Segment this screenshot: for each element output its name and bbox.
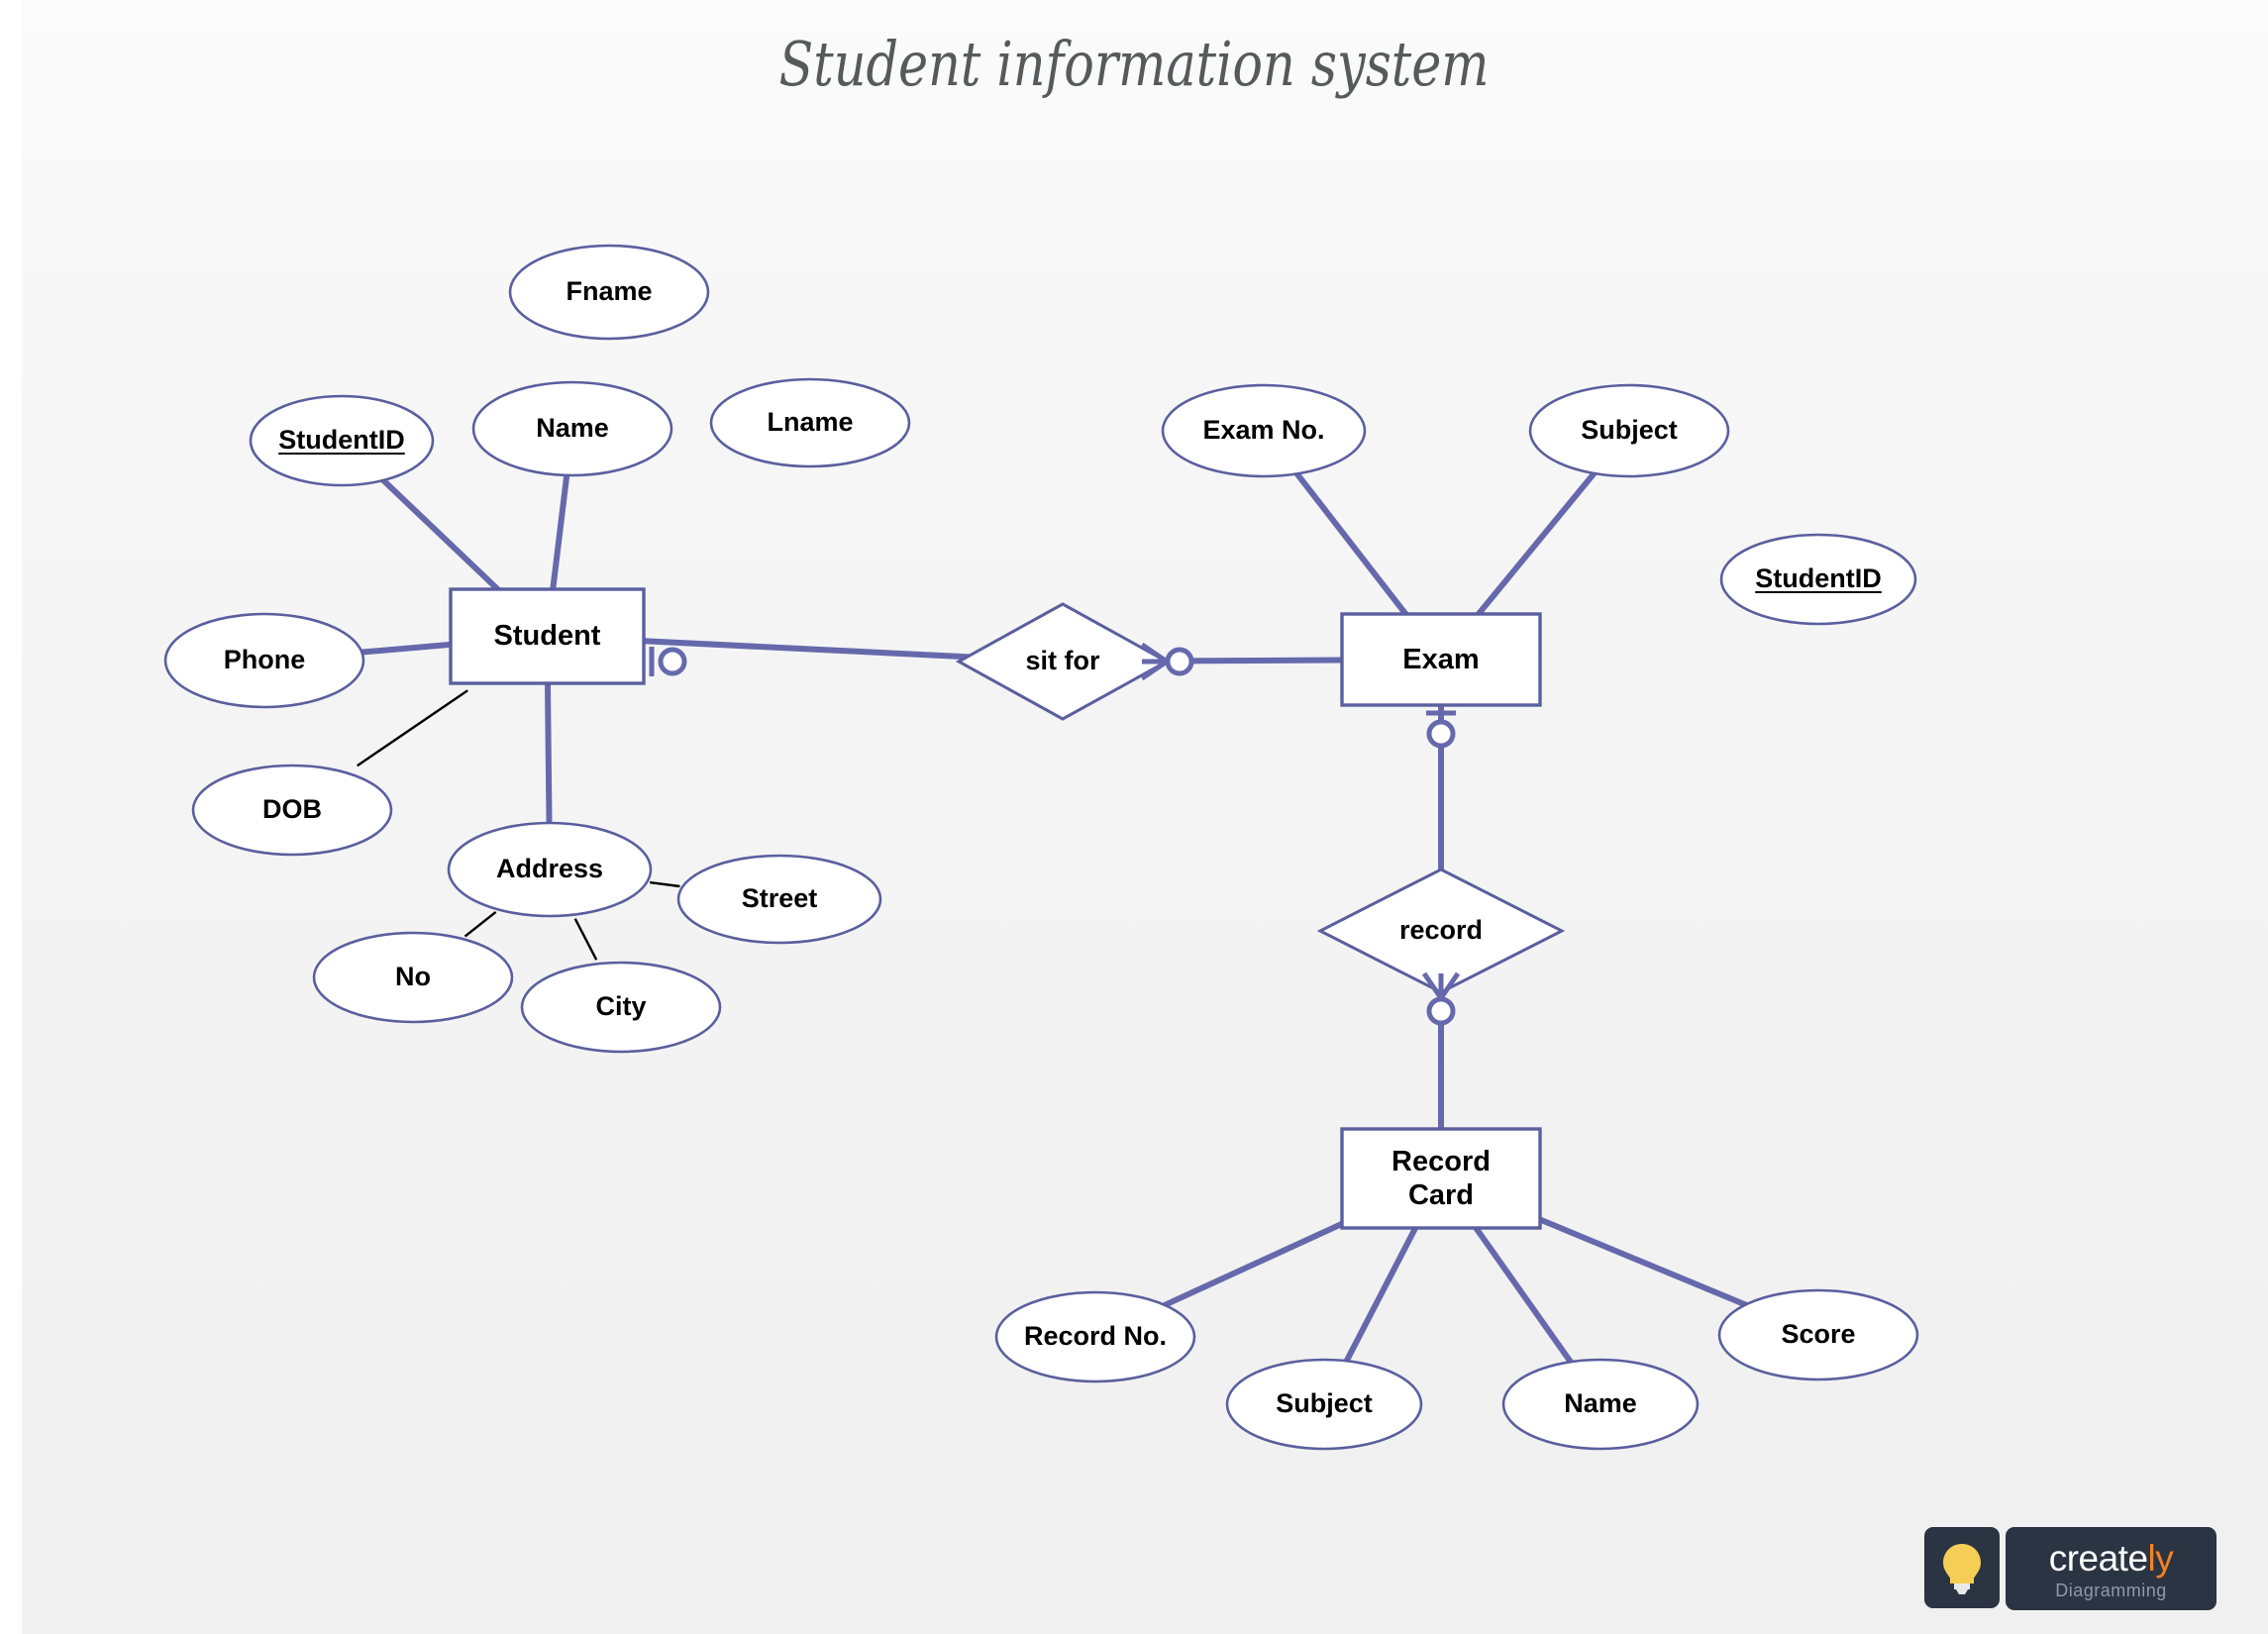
attribute-ellipse-no[interactable] bbox=[312, 931, 514, 1024]
attribute-ellipse-name[interactable] bbox=[471, 380, 673, 477]
connector-rc-subject bbox=[1332, 1203, 1430, 1385]
attribute-ellipse-lname[interactable] bbox=[709, 377, 911, 468]
creately-wordmark: creately Diagramming bbox=[2006, 1527, 2216, 1610]
attribute-ellipse-subject_r[interactable] bbox=[1225, 1358, 1423, 1451]
attribute-ellipse-studentid_1[interactable] bbox=[249, 394, 435, 487]
lightbulb-icon bbox=[1924, 1527, 2000, 1608]
cardinality-student-one-optional bbox=[649, 647, 687, 676]
connector-address-no bbox=[464, 910, 497, 938]
er-diagram-graphics bbox=[163, 244, 1919, 1451]
attribute-ellipse-score[interactable] bbox=[1717, 1288, 1919, 1381]
attribute-ellipse-name_r[interactable] bbox=[1501, 1358, 1700, 1451]
entity-box-student[interactable] bbox=[449, 587, 646, 685]
logo-word-main: create bbox=[2048, 1538, 2148, 1579]
cardinality-sitfor-many-optional bbox=[1140, 642, 1194, 681]
attribute-ellipse-dob[interactable] bbox=[191, 764, 393, 857]
diagram-canvas: Student information system Fname StudentI… bbox=[0, 0, 2268, 1634]
attribute-ellipse-address[interactable] bbox=[447, 821, 653, 918]
connector-student-address bbox=[544, 657, 553, 850]
page-title: Student information system bbox=[778, 28, 1490, 100]
connector-address-city bbox=[573, 918, 598, 961]
attribute-ellipse-street[interactable] bbox=[676, 854, 882, 945]
connector-student-dob bbox=[357, 689, 468, 767]
connector-student-studentid bbox=[362, 460, 519, 610]
connector-rc-recordno bbox=[1140, 1210, 1367, 1319]
connector-exam-examno bbox=[1279, 452, 1424, 637]
connector-rc-score bbox=[1514, 1206, 1771, 1318]
cardinality-record-many-optional bbox=[1421, 971, 1461, 1026]
attribute-ellipse-phone[interactable] bbox=[163, 612, 365, 709]
attribute-ellipse-fname[interactable] bbox=[508, 244, 710, 341]
logo-word-accent: ly bbox=[2147, 1538, 2174, 1579]
attribute-ellipse-exam_no[interactable] bbox=[1161, 383, 1367, 478]
entity-box-exam[interactable] bbox=[1340, 612, 1542, 707]
connector-address-street bbox=[649, 880, 680, 888]
logo-word: creately bbox=[2049, 1540, 2174, 1577]
attribute-ellipse-city[interactable] bbox=[520, 961, 722, 1054]
attribute-ellipse-record_no[interactable] bbox=[994, 1290, 1196, 1383]
entity-box-record_card[interactable] bbox=[1340, 1127, 1542, 1230]
logo-subtitle: Diagramming bbox=[2055, 1581, 2167, 1600]
attribute-ellipse-subject_e[interactable] bbox=[1528, 383, 1730, 478]
connector-exam-subject bbox=[1459, 451, 1613, 637]
relationship-diamond-sit_for[interactable] bbox=[955, 602, 1171, 721]
attribute-ellipse-studentid_2[interactable] bbox=[1719, 533, 1917, 626]
creately-logo: creately Diagramming bbox=[1924, 1527, 2216, 1610]
